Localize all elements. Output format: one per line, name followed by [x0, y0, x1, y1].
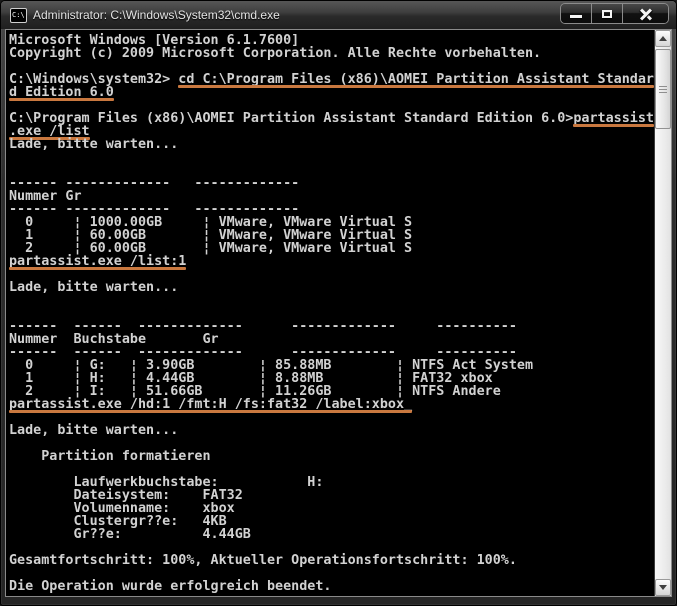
console-line: Gesamtfortschritt: 100%, Aktueller Opera…: [9, 553, 517, 568]
maximize-button[interactable]: [592, 4, 623, 23]
scrollbar-track[interactable]: [655, 47, 671, 579]
console-line: d Edition 6.0: [9, 85, 114, 101]
console-client-area: Microsoft Windows [Version 6.1.7600] Copy…: [5, 29, 672, 597]
cmd-window: C:\ Administrator: C:\Windows\System32\c…: [0, 0, 677, 606]
console-line: Copyright (c) 2009 Microsoft Corporation…: [9, 46, 542, 61]
console-line: Lade, bitte warten...: [9, 280, 179, 295]
window-controls: [560, 3, 669, 24]
scroll-down-button[interactable]: [655, 579, 671, 596]
scrollbar-grip-icon: [659, 85, 667, 93]
console-line: C:\Program Files (x86)\AOMEI Partition A…: [9, 111, 654, 127]
console-line: Gr??e: 4.44GB: [9, 527, 251, 542]
console-line: ------ ------------- -------------: [9, 176, 300, 191]
cmd-icon[interactable]: C:\: [10, 7, 27, 23]
console-line: Partition formatieren: [9, 449, 211, 464]
title-bar[interactable]: C:\ Administrator: C:\Windows\System32\c…: [1, 1, 676, 29]
triangle-up-icon: [659, 36, 667, 41]
maximize-icon: [602, 9, 612, 18]
console-line: Die Operation wurde erfolgreich beendet.: [9, 579, 332, 594]
console-output[interactable]: Microsoft Windows [Version 6.1.7600] Copy…: [6, 30, 654, 596]
scrollbar-thumb[interactable]: [655, 49, 671, 129]
close-button[interactable]: [623, 4, 668, 23]
console-line: Lade, bitte warten...: [9, 423, 179, 438]
vertical-scrollbar[interactable]: [654, 30, 671, 596]
console-line: partassist.exe /list:1: [9, 254, 187, 270]
console-line: partassist.exe /hd:1 /fmt:H /fs:fat32 /l…: [9, 397, 413, 413]
console-line: Lade, bitte warten...: [9, 137, 179, 152]
triangle-down-icon: [659, 585, 667, 590]
close-icon: [639, 8, 653, 20]
scroll-up-button[interactable]: [655, 30, 671, 47]
minimize-button[interactable]: [561, 4, 592, 23]
minimize-icon: [570, 15, 582, 18]
